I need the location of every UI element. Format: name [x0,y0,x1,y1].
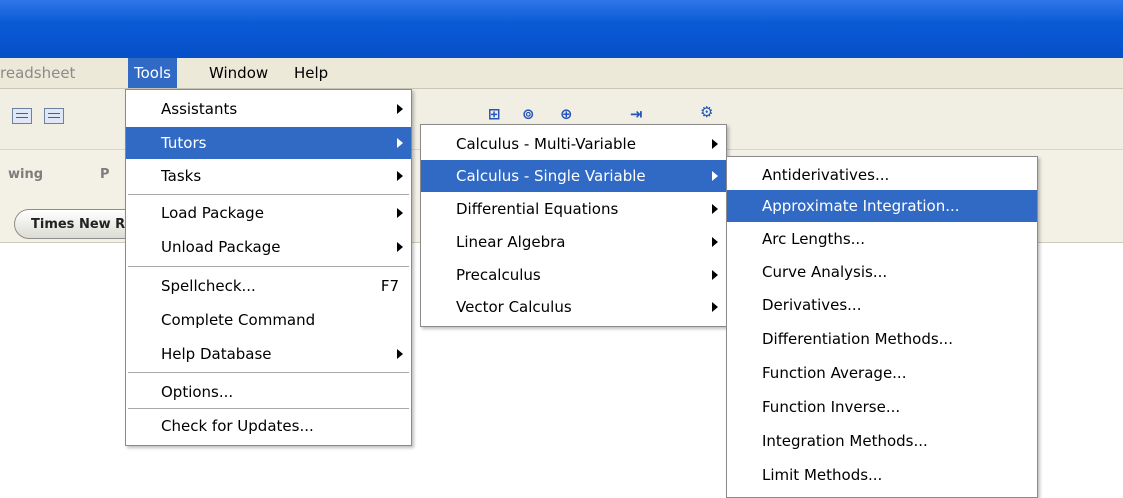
menu-window[interactable]: Window [203,58,274,88]
submenu-arrow-icon [712,270,718,280]
menu-separator [128,266,409,267]
outdent-icon[interactable] [44,108,64,124]
menu-item-calculus-multi-variable[interactable]: Calculus - Multi-Variable [421,128,726,160]
menu-item-derivatives[interactable]: Derivatives... [727,289,1037,321]
menu-item-function-average[interactable]: Function Average... [727,357,1037,389]
menu-item-linear-algebra[interactable]: Linear Algebra [421,226,726,258]
menu-item-unload-package[interactable]: Unload Package [126,231,411,263]
text-mode-icon[interactable]: ⊚ [522,105,535,123]
jump-icon[interactable]: ⇥ [630,105,643,123]
menu-separator [128,194,409,195]
menu-item-differentiation-methods[interactable]: Differentiation Methods... [727,323,1037,355]
menu-item-help-database[interactable]: Help Database [126,338,411,370]
menu-item-curve-analysis[interactable]: Curve Analysis... [727,256,1037,288]
section-label-drawing: wing [8,167,44,182]
menu-item-assistants[interactable]: Assistants [126,93,411,125]
submenu-arrow-icon [397,138,403,148]
menu-item-options[interactable]: Options... [126,376,411,408]
tools-menu: Assistants Tutors Tasks Load Package Unl… [125,89,412,446]
menu-item-load-package[interactable]: Load Package [126,197,411,229]
submenu-arrow-icon [712,204,718,214]
submenu-arrow-icon [712,139,718,149]
menu-item-approximate-integration[interactable]: Approximate Integration... [727,190,1037,222]
menu-item-complete-command[interactable]: Complete Command [126,304,411,336]
menu-item-check-for-updates[interactable]: Check for Updates... [126,410,411,442]
shortcut-label: F7 [380,277,399,295]
math-mode-icon[interactable]: ⊞ [488,105,501,123]
menu-help[interactable]: Help [288,58,334,88]
menu-item-antiderivatives[interactable]: Antiderivatives... [727,159,1037,191]
window-title-bar [0,0,1123,58]
submenu-arrow-icon [712,302,718,312]
menu-separator [128,408,409,409]
menu-item-tasks[interactable]: Tasks [126,160,411,192]
menu-item-function-inverse[interactable]: Function Inverse... [727,391,1037,423]
debug-icon[interactable]: ⚙ [700,103,713,121]
menu-item-limit-methods[interactable]: Limit Methods... [727,459,1037,491]
tutors-submenu: Calculus - Multi-Variable Calculus - Sin… [420,124,727,327]
menu-item-integration-methods[interactable]: Integration Methods... [727,425,1037,457]
submenu-arrow-icon [397,104,403,114]
submenu-arrow-icon [712,237,718,247]
menu-item-precalculus[interactable]: Precalculus [421,259,726,291]
execute-icon[interactable]: ⊕ [560,105,573,123]
menu-bar: readsheet Tools Window Help [0,58,1123,89]
menu-item-calculus-single-variable[interactable]: Calculus - Single Variable [421,160,726,192]
submenu-arrow-icon [397,171,403,181]
submenu-arrow-icon [397,349,403,359]
indent-icon[interactable] [12,108,32,124]
section-label-p: P [100,167,110,182]
menu-separator [128,372,409,373]
menu-item-differential-equations[interactable]: Differential Equations [421,193,726,225]
submenu-arrow-icon [712,171,718,181]
menu-item-tutors[interactable]: Tutors [126,127,411,159]
menu-item-vector-calculus[interactable]: Vector Calculus [421,291,726,323]
single-variable-submenu: Antiderivatives... Approximate Integrati… [726,156,1038,498]
menu-item-arc-lengths[interactable]: Arc Lengths... [727,223,1037,255]
submenu-arrow-icon [397,208,403,218]
menu-spreadsheet[interactable]: readsheet [0,58,81,88]
menu-item-spellcheck[interactable]: Spellcheck... F7 [126,270,411,302]
submenu-arrow-icon [397,242,403,252]
menu-tools[interactable]: Tools [128,58,177,88]
